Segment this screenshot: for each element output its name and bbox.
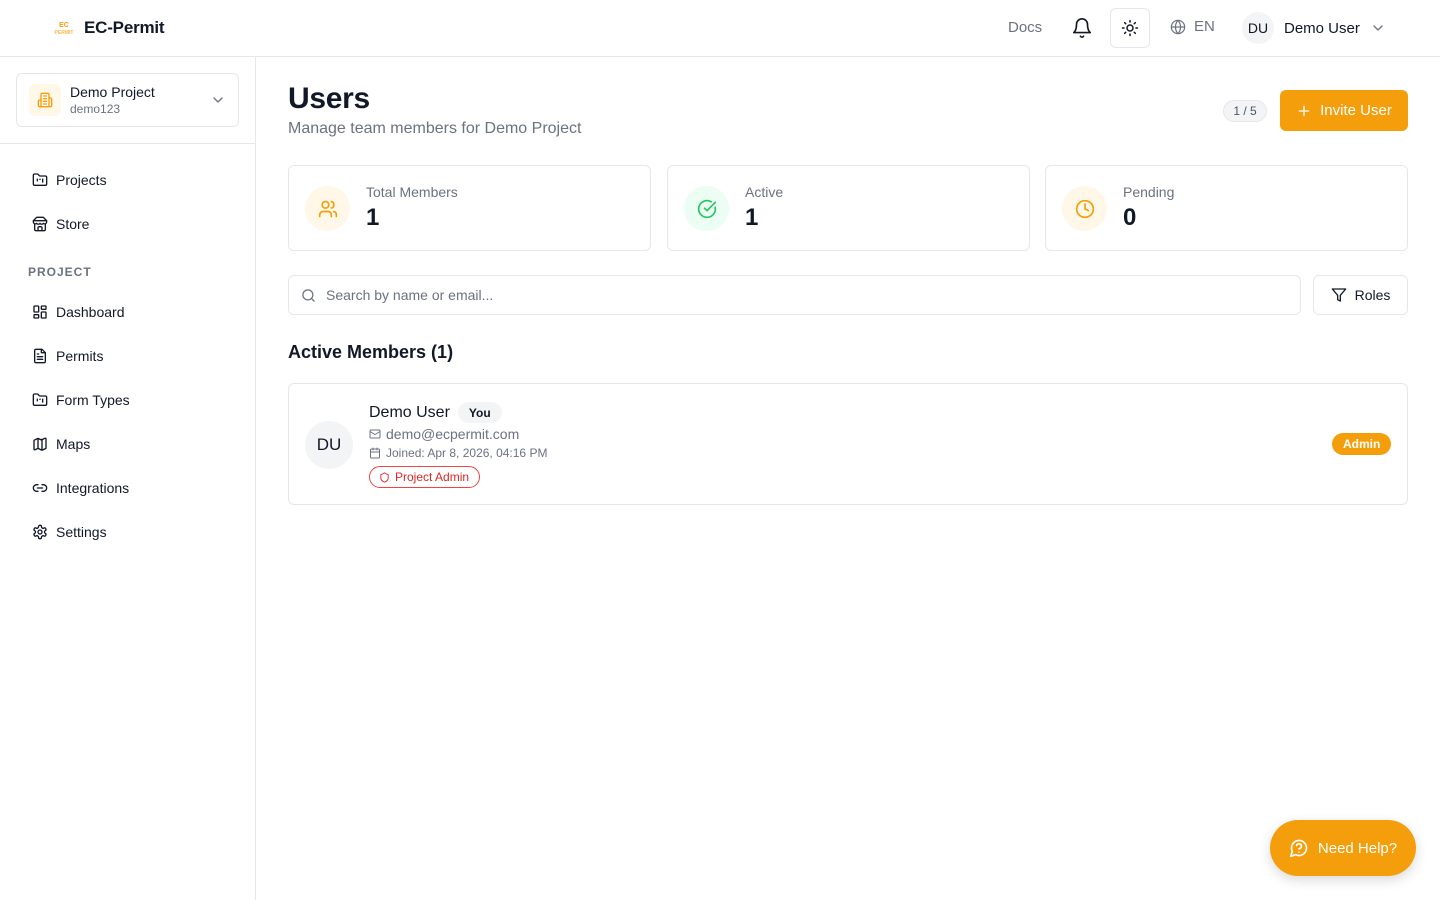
project-switcher[interactable]: Demo Project demo123: [16, 73, 239, 127]
chevron-down-icon: [210, 92, 226, 108]
stat-label: Pending: [1123, 184, 1175, 200]
store-icon: [32, 216, 48, 232]
user-menu[interactable]: DU Demo User: [1242, 12, 1386, 44]
stat-value: 1: [366, 204, 380, 231]
gear-icon: [32, 524, 48, 540]
link-icon: [32, 480, 48, 496]
help-chat-icon: [1289, 838, 1309, 858]
avatar: DU: [1242, 12, 1274, 44]
sidebar-section-label: PROJECT: [28, 265, 92, 279]
sidebar-item-form-types[interactable]: Form Types: [20, 382, 240, 418]
search-icon: [301, 288, 316, 303]
user-count-badge: 1 / 5: [1223, 100, 1267, 122]
globe-icon: [1170, 19, 1186, 35]
member-card: DU Demo User You demo@ecpermit.com Joine…: [288, 383, 1408, 505]
search-input[interactable]: [326, 287, 1226, 303]
stat-label: Active: [745, 184, 784, 200]
svg-text:EC: EC: [59, 22, 69, 29]
sun-icon: [1121, 19, 1139, 37]
mail-icon: [369, 428, 381, 440]
folder-icon: [32, 172, 48, 188]
project-code: demo123: [70, 102, 121, 116]
need-help-label: Need Help?: [1317, 839, 1398, 857]
roles-label: Roles: [1354, 287, 1391, 303]
building-icon: [29, 84, 61, 116]
you-badge: You: [457, 402, 502, 423]
sidebar-item-store[interactable]: Store: [20, 206, 240, 242]
brand-name: EC-Permit: [84, 18, 165, 37]
language-label: EN: [1194, 18, 1215, 35]
map-icon: [32, 436, 48, 452]
stat-card-active: Active 1: [667, 165, 1030, 251]
theme-toggle-button[interactable]: [1110, 8, 1150, 48]
member-name: Demo User: [369, 403, 450, 421]
notifications-bell-icon[interactable]: [1071, 17, 1093, 39]
shield-icon: [379, 471, 390, 483]
roles-filter-button[interactable]: Roles: [1313, 275, 1408, 315]
chevron-down-icon: [1370, 20, 1386, 36]
stat-card-total-members: Total Members 1: [288, 165, 651, 251]
project-role-label: Project Admin: [395, 470, 470, 484]
active-members-heading: Active Members (1): [288, 342, 454, 362]
sidebar-divider: [0, 143, 255, 144]
sidebar-item-permits[interactable]: Permits: [20, 338, 240, 374]
top-bar: EC PERMIT EC-Permit Docs EN DU Demo User: [0, 0, 1440, 57]
sidebar-item-label: Projects: [56, 172, 107, 188]
search-box: [288, 275, 1301, 315]
filter-icon: [1331, 287, 1347, 303]
sidebar-item-label: Maps: [56, 436, 91, 452]
project-role-tag: Project Admin: [369, 466, 481, 488]
avatar: DU: [305, 421, 353, 469]
page-title: Users: [288, 82, 370, 115]
sidebar-item-label: Integrations: [56, 480, 130, 496]
plus-icon: [1296, 103, 1312, 119]
clock-icon: [1062, 186, 1107, 231]
svg-text:PERMIT: PERMIT: [55, 30, 74, 36]
invite-user-label: Invite User: [1320, 102, 1392, 119]
brand[interactable]: EC PERMIT EC-Permit: [52, 17, 165, 39]
sidebar-item-projects[interactable]: Projects: [20, 162, 240, 198]
users-icon: [305, 186, 350, 231]
sidebar-item-label: Form Types: [56, 392, 130, 408]
sidebar-item-label: Store: [56, 216, 90, 232]
sidebar-item-label: Permits: [56, 348, 104, 364]
document-icon: [32, 348, 48, 364]
sidebar-item-settings[interactable]: Settings: [20, 514, 240, 550]
user-name: Demo User: [1284, 19, 1360, 37]
sidebar: Demo Project demo123 Projects Store PROJ…: [0, 57, 256, 900]
stat-value: 1: [745, 204, 759, 231]
calendar-icon: [369, 447, 381, 459]
sidebar-item-label: Settings: [56, 524, 107, 540]
admin-badge[interactable]: Admin: [1332, 433, 1392, 455]
docs-link[interactable]: Docs: [1008, 19, 1042, 36]
sidebar-item-label: Dashboard: [56, 304, 125, 320]
brand-logo: EC PERMIT: [52, 17, 76, 39]
sidebar-item-maps[interactable]: Maps: [20, 426, 240, 462]
stat-label: Total Members: [366, 184, 458, 200]
folder-icon: [32, 392, 48, 408]
sidebar-item-dashboard[interactable]: Dashboard: [20, 294, 240, 330]
invite-user-button[interactable]: Invite User: [1280, 90, 1408, 131]
sidebar-item-integrations[interactable]: Integrations: [20, 470, 240, 506]
member-email: demo@ecpermit.com: [386, 426, 520, 442]
dashboard-icon: [32, 304, 48, 320]
stat-value: 0: [1123, 204, 1137, 231]
member-joined-date: Joined: Apr 8, 2026, 04:16 PM: [386, 446, 548, 460]
language-selector[interactable]: EN: [1170, 18, 1215, 35]
need-help-button[interactable]: Need Help?: [1270, 820, 1416, 876]
check-circle-icon: [684, 186, 729, 231]
stat-card-pending: Pending 0: [1045, 165, 1408, 251]
page-subtitle: Manage team members for Demo Project: [288, 120, 582, 137]
project-name: Demo Project: [70, 84, 155, 100]
